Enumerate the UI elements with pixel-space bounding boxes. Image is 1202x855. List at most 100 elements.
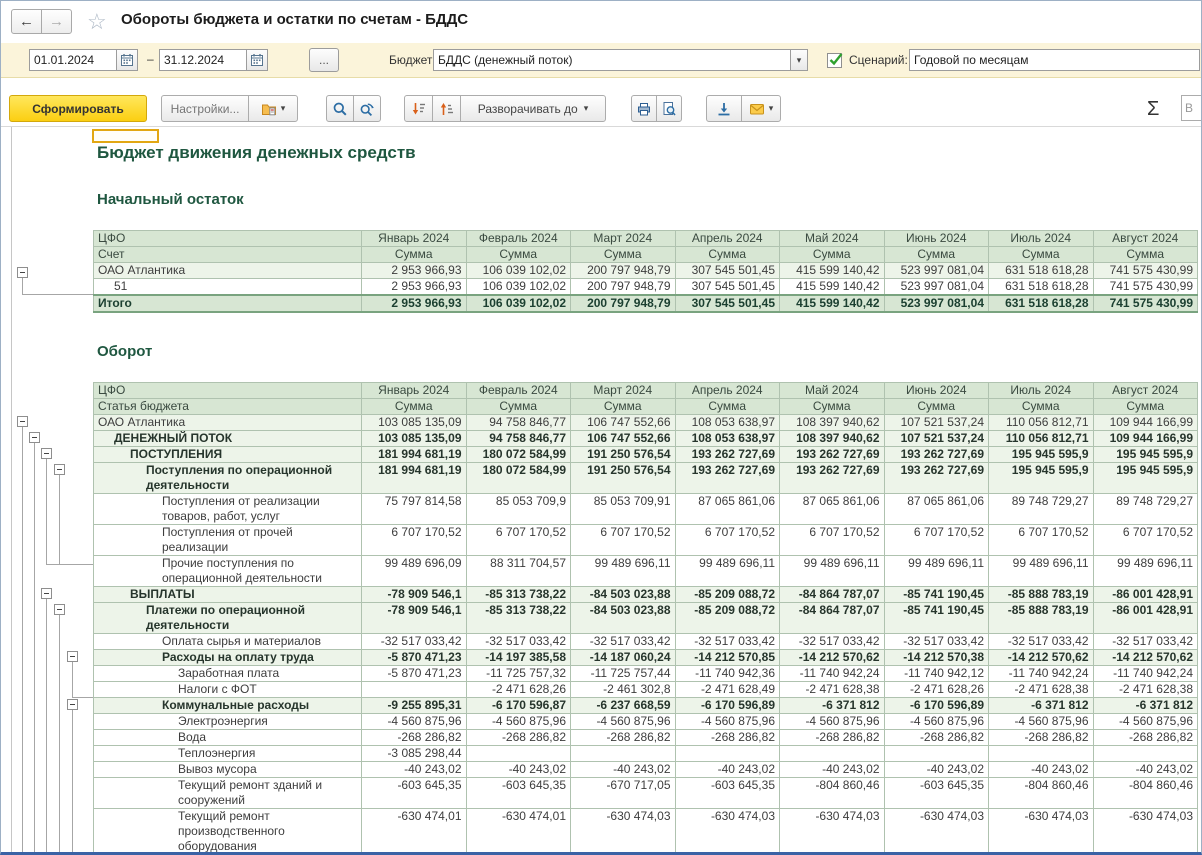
value-cell[interactable]: 108 397 940,62 [780, 431, 885, 447]
value-cell[interactable]: -32 517 033,42 [675, 634, 780, 650]
value-cell[interactable]: -14 212 570,38 [884, 650, 989, 666]
value-cell[interactable]: -84 864 787,07 [780, 587, 885, 603]
value-cell[interactable]: -4 560 875,96 [466, 714, 571, 730]
value-cell[interactable]: -14 212 570,62 [780, 650, 885, 666]
value-cell[interactable]: -32 517 033,42 [1093, 634, 1198, 650]
value-cell[interactable]: 741 575 430,99 [1093, 279, 1198, 296]
value-cell[interactable]: -14 187 060,24 [571, 650, 676, 666]
value-cell[interactable]: -3 085 298,44 [362, 746, 467, 762]
value-cell[interactable]: -4 560 875,96 [989, 714, 1094, 730]
group-collapse-toggle[interactable] [67, 651, 78, 662]
value-cell[interactable]: 193 262 727,69 [780, 447, 885, 463]
value-cell[interactable]: -268 286,82 [989, 730, 1094, 746]
value-cell[interactable]: -4 560 875,96 [362, 714, 467, 730]
value-cell[interactable]: 523 997 081,04 [884, 295, 989, 312]
value-cell[interactable]: -4 560 875,96 [1093, 714, 1198, 730]
value-cell[interactable]: -40 243,02 [780, 762, 885, 778]
value-cell[interactable]: -32 517 033,42 [884, 634, 989, 650]
label-cell[interactable]: Электроэнергия [94, 714, 362, 730]
value-cell[interactable]: -6 371 812 [780, 698, 885, 714]
value-cell[interactable]: 6 707 170,52 [1093, 525, 1198, 556]
value-cell[interactable]: -630 474,03 [780, 809, 885, 855]
value-cell[interactable]: -11 740 942,24 [780, 666, 885, 682]
forward-button[interactable]: → [41, 9, 72, 34]
value-cell[interactable]: -4 560 875,96 [571, 714, 676, 730]
value-cell[interactable]: 108 053 638,97 [675, 431, 780, 447]
autosum-field[interactable] [1181, 95, 1201, 121]
value-cell[interactable]: 99 489 696,11 [884, 556, 989, 587]
value-cell[interactable]: -14 212 570,85 [675, 650, 780, 666]
label-cell[interactable]: Текущий ремонт зданий и сооружений [94, 778, 362, 809]
value-cell[interactable]: 108 397 940,62 [780, 415, 885, 431]
value-cell[interactable]: -40 243,02 [571, 762, 676, 778]
value-cell[interactable]: -86 001 428,91 [1093, 603, 1198, 634]
value-cell[interactable]: -268 286,82 [466, 730, 571, 746]
selected-cell-marker[interactable] [92, 129, 159, 143]
value-cell[interactable]: 195 945 595,9 [989, 447, 1094, 463]
date-from-calendar-button[interactable] [116, 49, 138, 71]
value-cell[interactable]: 6 707 170,52 [675, 525, 780, 556]
value-cell[interactable]: -85 313 738,22 [466, 603, 571, 634]
value-cell[interactable]: -6 371 812 [989, 698, 1094, 714]
value-cell[interactable] [1093, 746, 1198, 762]
value-cell[interactable]: -11 725 757,32 [466, 666, 571, 682]
value-cell[interactable]: 87 065 861,06 [675, 494, 780, 525]
date-to-input[interactable] [159, 49, 247, 71]
value-cell[interactable]: -11 725 757,44 [571, 666, 676, 682]
value-cell[interactable]: 110 056 812,71 [989, 431, 1094, 447]
report-variants-button[interactable]: ▾ [248, 95, 298, 122]
group-collapse-toggle[interactable] [54, 604, 65, 615]
value-cell[interactable]: -804 860,46 [780, 778, 885, 809]
value-cell[interactable]: 200 797 948,79 [571, 295, 676, 312]
value-cell[interactable]: -40 243,02 [675, 762, 780, 778]
value-cell[interactable]: -32 517 033,42 [466, 634, 571, 650]
value-cell[interactable]: 94 758 846,77 [466, 431, 571, 447]
value-cell[interactable]: 106 747 552,66 [571, 415, 676, 431]
settings-button[interactable]: Настройки... [161, 95, 249, 122]
value-cell[interactable]: 99 489 696,11 [571, 556, 676, 587]
value-cell[interactable]: 94 758 846,77 [466, 415, 571, 431]
value-cell[interactable]: -85 313 738,22 [466, 587, 571, 603]
value-cell[interactable]: -84 503 023,88 [571, 603, 676, 634]
value-cell[interactable]: 99 489 696,11 [675, 556, 780, 587]
value-cell[interactable]: 106 747 552,66 [571, 431, 676, 447]
value-cell[interactable]: -6 170 596,87 [466, 698, 571, 714]
value-cell[interactable]: -603 645,35 [362, 778, 467, 809]
expand-to-button[interactable]: Разворачивать до ▾ [460, 95, 606, 122]
value-cell[interactable]: 200 797 948,79 [571, 279, 676, 296]
value-cell[interactable]: 99 489 696,11 [780, 556, 885, 587]
value-cell[interactable]: -6 170 596,89 [884, 698, 989, 714]
value-cell[interactable]: -4 560 875,96 [780, 714, 885, 730]
scenario-input[interactable] [909, 49, 1200, 71]
value-cell[interactable]: 109 944 166,99 [1093, 431, 1198, 447]
value-cell[interactable]: -5 870 471,23 [362, 666, 467, 682]
value-cell[interactable]: -32 517 033,42 [571, 634, 676, 650]
value-cell[interactable]: -630 474,03 [1093, 809, 1198, 855]
value-cell[interactable]: -603 645,35 [466, 778, 571, 809]
value-cell[interactable]: -14 197 385,58 [466, 650, 571, 666]
value-cell[interactable]: 307 545 501,45 [675, 279, 780, 296]
label-cell[interactable]: Вывоз мусора [94, 762, 362, 778]
collapse-groups-button[interactable] [404, 95, 433, 122]
value-cell[interactable]: 103 085 135,09 [362, 431, 467, 447]
group-collapse-toggle[interactable] [17, 416, 28, 427]
value-cell[interactable]: -630 474,01 [362, 809, 467, 855]
value-cell[interactable]: 108 053 638,97 [675, 415, 780, 431]
search-button[interactable] [326, 95, 354, 122]
group-collapse-toggle[interactable] [41, 448, 52, 459]
label-cell[interactable]: Поступления по операционной деятельности [94, 463, 362, 494]
value-cell[interactable]: -78 909 546,1 [362, 603, 467, 634]
label-cell[interactable]: Заработная плата [94, 666, 362, 682]
value-cell[interactable]: -78 909 546,1 [362, 587, 467, 603]
value-cell[interactable]: 195 945 595,9 [1093, 447, 1198, 463]
value-cell[interactable]: -85 209 088,72 [675, 587, 780, 603]
value-cell[interactable]: -268 286,82 [362, 730, 467, 746]
value-cell[interactable]: 415 599 140,42 [780, 279, 885, 296]
value-cell[interactable]: -2 471 628,38 [780, 682, 885, 698]
label-cell[interactable]: Оплата сырья и материалов [94, 634, 362, 650]
value-cell[interactable]: -6 237 668,59 [571, 698, 676, 714]
date-from-input[interactable] [29, 49, 117, 71]
value-cell[interactable]: 85 053 709,9 [466, 494, 571, 525]
value-cell[interactable]: -11 740 942,24 [1093, 666, 1198, 682]
value-cell[interactable]: -2 471 628,26 [884, 682, 989, 698]
